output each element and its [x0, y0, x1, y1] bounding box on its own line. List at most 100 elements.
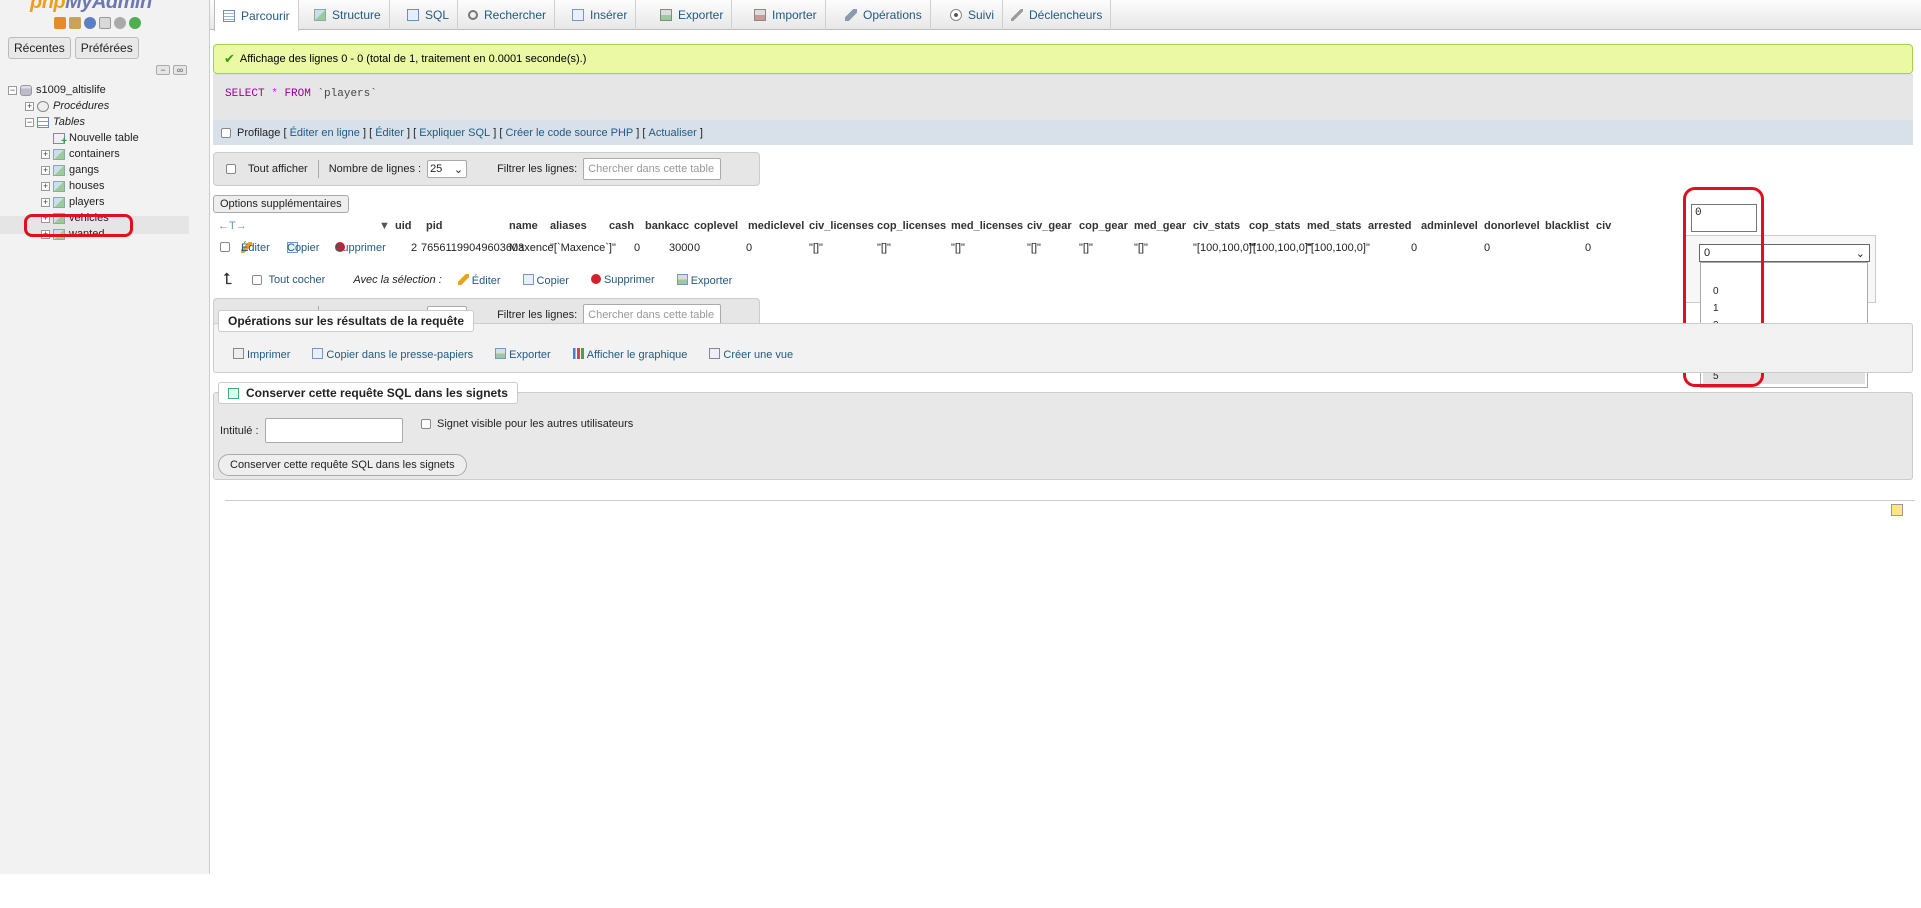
bulk-edit-button[interactable]: Éditer: [457, 273, 501, 287]
recent-tables-button[interactable]: Récentes: [8, 37, 71, 59]
column-header-cop-stats[interactable]: cop_stats: [1249, 220, 1300, 232]
tab-insert[interactable]: Insérer: [564, 0, 637, 30]
bookmark-submit-button[interactable]: Conserver cette requête SQL dans les sig…: [218, 454, 467, 476]
column-header-arrested[interactable]: arrested: [1368, 220, 1411, 232]
expand-icon[interactable]: +: [25, 101, 34, 111]
table-structure-icon[interactable]: [53, 148, 65, 160]
favorite-tables-button[interactable]: Préférées: [74, 37, 139, 59]
expand-icon[interactable]: +: [41, 165, 50, 175]
cell-cash[interactable]: 0: [634, 242, 640, 254]
bulk-delete-button[interactable]: Supprimer: [590, 274, 655, 286]
display-chart-button[interactable]: Afficher le graphique: [572, 348, 687, 361]
show-all-checkbox[interactable]: [226, 164, 236, 174]
table-structure-icon[interactable]: [53, 196, 65, 208]
bulk-copy-button[interactable]: Copier: [522, 273, 569, 287]
cell-civ-licenses[interactable]: "[]": [809, 242, 823, 254]
column-header-donorlevel[interactable]: donorlevel: [1484, 220, 1540, 232]
cell-blacklist[interactable]: 0: [1585, 242, 1591, 254]
row-checkbox[interactable]: [220, 242, 230, 252]
tab-operations[interactable]: Opérations: [837, 0, 931, 30]
settings-icon[interactable]: [114, 17, 126, 29]
tree-item-houses[interactable]: + houses: [41, 178, 104, 194]
tab-structure[interactable]: Structure: [306, 0, 390, 30]
column-header-cop-licenses[interactable]: cop_licenses: [877, 220, 946, 232]
column-header-cop-gear[interactable]: cop_gear: [1079, 220, 1128, 232]
cell-cop-gear[interactable]: "[]": [1079, 242, 1093, 254]
reload-icon[interactable]: [129, 17, 141, 29]
cell-med-gear[interactable]: "[]": [1134, 242, 1148, 254]
bookmark-shared-checkbox[interactable]: [421, 419, 431, 429]
expand-icon[interactable]: +: [41, 181, 50, 191]
cell-aliases[interactable]: "[`Maxence`]": [550, 242, 616, 254]
cell-cop-stats[interactable]: "[100,100,0]": [1249, 242, 1312, 254]
export-results-button[interactable]: Exporter: [495, 348, 551, 361]
refresh-link[interactable]: Actualiser: [649, 127, 697, 139]
help-icon[interactable]: [84, 17, 96, 29]
tree-item-new-table[interactable]: Nouvelle table: [53, 130, 139, 147]
cell-civ-stats[interactable]: "[100,100,0]": [1193, 242, 1256, 254]
check-all-checkbox[interactable]: [252, 275, 263, 285]
edit-inline-link[interactable]: Éditer en ligne: [290, 127, 360, 139]
tab-triggers[interactable]: Déclencheurs: [1003, 0, 1112, 30]
expand-icon[interactable]: +: [41, 197, 50, 207]
tree-item-players[interactable]: + players: [41, 194, 104, 210]
column-header-coplevel[interactable]: coplevel: [694, 220, 738, 232]
filter-rows-input[interactable]: Chercher dans cette table: [583, 158, 722, 180]
bookmark-title-input[interactable]: [265, 418, 403, 443]
column-header-civ-gear[interactable]: civ_gear: [1027, 220, 1072, 232]
collapse-icon[interactable]: −: [8, 85, 17, 95]
sort-triangle-icon[interactable]: ▼: [379, 220, 390, 232]
cell-donorlevel[interactable]: 0: [1484, 242, 1490, 254]
tree-item-procedures[interactable]: + Procédures: [25, 98, 109, 114]
tab-tracking[interactable]: Suivi: [942, 0, 1004, 30]
tab-browse[interactable]: Parcourir: [214, 0, 299, 31]
cell-med-stats[interactable]: "[100,100,0]": [1307, 242, 1370, 254]
tab-export[interactable]: Exporter: [652, 0, 733, 30]
column-header-mediclevel[interactable]: mediclevel: [748, 220, 804, 232]
tree-item-gangs[interactable]: + gangs: [41, 162, 99, 178]
column-header-med-licenses[interactable]: med_licenses: [951, 220, 1023, 232]
tab-sql[interactable]: SQL: [399, 0, 459, 30]
print-button[interactable]: Imprimer: [233, 348, 290, 361]
expand-icon[interactable]: +: [41, 149, 50, 159]
cell-uid[interactable]: 2: [411, 242, 417, 254]
column-header-uid[interactable]: uid: [395, 220, 412, 232]
copy-to-clipboard-button[interactable]: Copier dans le presse-papiers: [312, 348, 473, 361]
column-header-cash[interactable]: cash: [609, 220, 634, 232]
collapse-icon[interactable]: −: [25, 117, 34, 127]
tree-item-database[interactable]: − s1009_altislife: [8, 82, 106, 98]
cell-cop-licenses[interactable]: "[]": [877, 242, 891, 254]
collapse-all-icon[interactable]: −: [156, 65, 170, 75]
docs-icon[interactable]: [99, 17, 111, 29]
column-header-name[interactable]: name: [509, 220, 538, 232]
cell-mediclevel[interactable]: 0: [746, 242, 752, 254]
cell-civ-gear[interactable]: "[]": [1027, 242, 1041, 254]
link-with-main-icon[interactable]: ∞: [173, 65, 187, 75]
cell-coplevel[interactable]: 0: [694, 242, 700, 254]
home-icon[interactable]: [54, 17, 66, 29]
column-header-adminlevel[interactable]: adminlevel: [1421, 220, 1478, 232]
sql-query-text[interactable]: SELECT * FROM `players`: [225, 88, 377, 100]
console-icon[interactable]: [1891, 504, 1903, 516]
explain-sql-link[interactable]: Expliquer SQL: [419, 127, 490, 139]
cell-arrested[interactable]: 0: [1411, 242, 1417, 254]
column-header-aliases[interactable]: aliases: [550, 220, 587, 232]
column-header-civ[interactable]: civ: [1596, 220, 1611, 232]
bulk-export-button[interactable]: Exporter: [676, 273, 732, 287]
cell-name[interactable]: Maxence: [509, 242, 554, 254]
tab-search[interactable]: Rechercher: [460, 0, 556, 30]
column-header-blacklist[interactable]: blacklist: [1545, 220, 1589, 232]
column-header-pid[interactable]: pid: [426, 220, 443, 232]
phpmyadmin-logo[interactable]: phpMyAdmin: [30, 0, 152, 14]
cell-med-licenses[interactable]: "[]": [951, 242, 965, 254]
cell-bankacc[interactable]: 3000: [669, 242, 693, 254]
create-php-code-link[interactable]: Créer le code source PHP: [505, 127, 633, 139]
column-arrows-icon[interactable]: ←T→: [218, 220, 247, 232]
column-header-civ-stats[interactable]: civ_stats: [1193, 220, 1240, 232]
table-structure-icon[interactable]: [53, 164, 65, 176]
column-header-bankacc[interactable]: bankacc: [645, 220, 689, 232]
table-structure-icon[interactable]: [53, 180, 65, 192]
logout-icon[interactable]: [69, 17, 81, 29]
column-header-med-gear[interactable]: med_gear: [1134, 220, 1186, 232]
column-header-med-stats[interactable]: med_stats: [1307, 220, 1361, 232]
